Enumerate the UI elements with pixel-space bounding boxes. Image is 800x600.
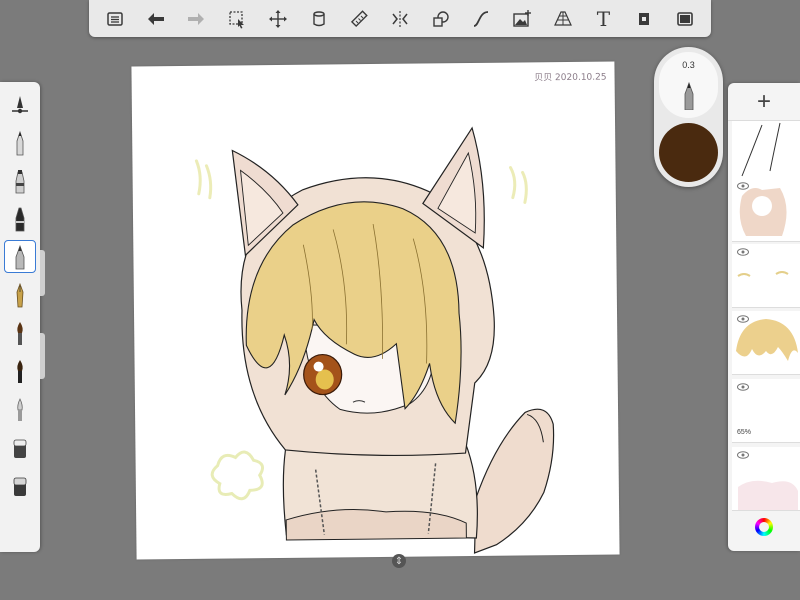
color-wheel-button[interactable] xyxy=(728,503,800,551)
hard-eraser-brush-icon[interactable] xyxy=(4,468,36,501)
top-toolbar: T xyxy=(89,0,711,37)
layer-thumbnail-lines[interactable] xyxy=(732,121,800,185)
soft-brush-brush-icon[interactable] xyxy=(4,354,36,387)
current-color-swatch[interactable] xyxy=(659,123,718,182)
paintbrush-brush-icon[interactable] xyxy=(4,316,36,349)
text-tool-glyph: T xyxy=(596,6,611,31)
fullscreen-icon[interactable] xyxy=(671,5,699,33)
brush-palette xyxy=(0,82,40,552)
transform-icon[interactable] xyxy=(264,5,292,33)
eraser-brush-icon[interactable] xyxy=(4,430,36,463)
drawing-canvas[interactable]: 贝贝 2020.10.25 xyxy=(131,61,620,560)
undo-icon[interactable] xyxy=(142,5,170,33)
brush-settings-icon[interactable] xyxy=(4,88,36,121)
visibility-eye-icon[interactable] xyxy=(737,383,749,391)
layer-thumbnail-background[interactable] xyxy=(732,447,800,511)
smudge-brush-icon[interactable] xyxy=(4,392,36,425)
selection-icon[interactable] xyxy=(223,5,251,33)
marker-brush-icon[interactable] xyxy=(4,164,36,197)
layer-thumbnail-hair[interactable] xyxy=(732,311,800,375)
airbrush-tip-icon xyxy=(684,82,694,110)
visibility-eye-icon[interactable] xyxy=(737,248,749,256)
brush-size-control[interactable]: 0.3 xyxy=(659,52,718,118)
layer-thumbnail-shading[interactable]: 65% xyxy=(732,379,800,443)
curve-icon[interactable] xyxy=(467,5,495,33)
symmetry-icon[interactable] xyxy=(386,5,414,33)
import-image-icon[interactable] xyxy=(508,5,536,33)
add-layer-button[interactable]: + xyxy=(728,83,800,121)
canvas-rotate-icon[interactable]: ⇕ xyxy=(392,554,406,568)
palette-resize-handle[interactable] xyxy=(40,333,45,379)
layer-thumbnail-fill[interactable] xyxy=(732,178,800,242)
layers-panel: + 65% xyxy=(728,83,800,551)
artwork xyxy=(194,126,555,554)
palette-resize-handle[interactable] xyxy=(40,250,45,296)
visibility-eye-icon[interactable] xyxy=(737,182,749,190)
text-icon[interactable]: T xyxy=(589,5,617,33)
redo-icon[interactable] xyxy=(182,5,210,33)
pencil-brush-icon[interactable] xyxy=(4,126,36,159)
brush-size-value: 0.3 xyxy=(682,60,695,70)
copy-layer-icon[interactable] xyxy=(305,5,333,33)
ruler-icon[interactable] xyxy=(345,5,373,33)
flipbook-icon[interactable] xyxy=(630,5,658,33)
fountain-pen-brush-icon[interactable] xyxy=(4,278,36,311)
layer-opacity-label: 65% xyxy=(737,429,752,436)
brush-size-color-puck: 0.3 xyxy=(654,47,723,187)
visibility-eye-icon[interactable] xyxy=(737,451,749,459)
shapes-icon[interactable] xyxy=(427,5,455,33)
perspective-guide-icon[interactable] xyxy=(549,5,577,33)
visibility-eye-icon[interactable] xyxy=(737,315,749,323)
layer-thumbnail-eyes[interactable] xyxy=(732,244,800,308)
ink-pen-brush-icon[interactable] xyxy=(4,202,36,235)
color-wheel-icon xyxy=(755,518,773,536)
gallery-list-icon[interactable] xyxy=(101,5,129,33)
airbrush-brush-icon[interactable] xyxy=(4,240,36,273)
